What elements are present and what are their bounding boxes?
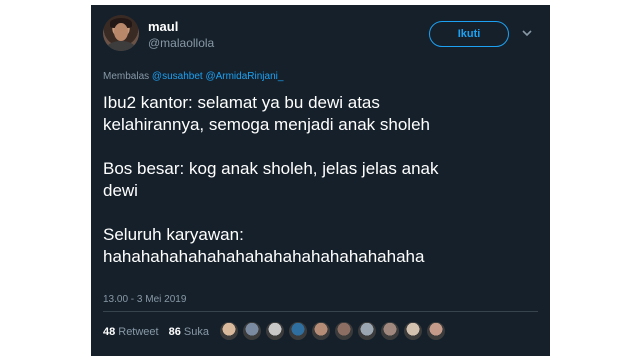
retweet-count: 48 xyxy=(103,326,116,338)
reply-prefix: Membalas xyxy=(103,71,150,82)
liker-avatar[interactable] xyxy=(242,321,262,341)
liker-avatar[interactable] xyxy=(334,321,354,341)
liker-avatar[interactable] xyxy=(403,321,423,341)
tweet-paragraph: Seluruh karyawan: hahahahahahahahahahaha… xyxy=(103,225,425,266)
tweet-stats: 48 Retweet 86 Suka xyxy=(103,326,209,338)
follow-button[interactable]: Ikuti xyxy=(429,21,509,47)
reply-context: Membalas @susahbet @ArmidaRinjani_ xyxy=(103,71,283,82)
like-label: Suka xyxy=(183,326,209,338)
liker-avatar[interactable] xyxy=(380,321,400,341)
chevron-down-icon[interactable] xyxy=(521,27,533,39)
author-handle[interactable]: @malaollola xyxy=(148,36,214,50)
liker-avatars xyxy=(219,321,446,341)
tweet-timestamp[interactable]: 13.00 - 3 Mei 2019 xyxy=(103,294,186,305)
author-avatar[interactable] xyxy=(103,15,139,51)
tweet-text: Ibu2 kantor: selamat ya bu dewi atas kel… xyxy=(103,92,543,290)
reply-mention-2[interactable]: @ArmidaRinjani_ xyxy=(205,71,283,82)
like-stat[interactable]: 86 Suka xyxy=(169,326,209,338)
divider xyxy=(103,311,538,312)
author-name[interactable]: maul xyxy=(148,19,178,34)
liker-avatar[interactable] xyxy=(265,321,285,341)
avatar-body xyxy=(106,41,136,51)
liker-avatar[interactable] xyxy=(288,321,308,341)
liker-avatar[interactable] xyxy=(219,321,239,341)
liker-avatar[interactable] xyxy=(311,321,331,341)
like-count: 86 xyxy=(168,326,181,338)
liker-avatar[interactable] xyxy=(426,321,446,341)
avatar-face xyxy=(114,23,128,41)
tweet-card: maul @malaollola Ikuti Membalas @susahbe… xyxy=(91,5,550,356)
tweet-paragraph: Bos besar: kog anak sholeh, jelas jelas … xyxy=(103,159,439,200)
liker-avatar[interactable] xyxy=(357,321,377,341)
tweet-paragraph: Ibu2 kantor: selamat ya bu dewi atas kel… xyxy=(103,93,430,134)
reply-mention-1[interactable]: @susahbet xyxy=(152,71,203,82)
retweet-label: Retweet xyxy=(118,326,159,338)
follow-label: Ikuti xyxy=(457,28,481,40)
retweet-stat[interactable]: 48 Retweet xyxy=(103,326,159,338)
